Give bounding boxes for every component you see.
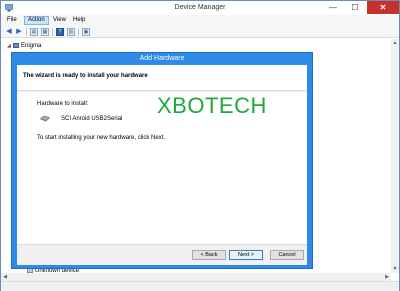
vertical-scrollbar[interactable]: ▲ ▼	[391, 39, 399, 273]
status-bar	[1, 281, 399, 291]
tree-root-label: Enigma	[21, 43, 42, 49]
back-button[interactable]: < Back	[192, 250, 226, 260]
scroll-right-arrow-icon[interactable]: ▶	[383, 273, 391, 281]
scan-hardware-icon[interactable]: ▣	[82, 28, 90, 36]
toolbar-separator	[26, 28, 27, 36]
properties-icon[interactable]: ▤	[30, 28, 38, 36]
next-button[interactable]: Next >	[229, 250, 263, 260]
update-driver-icon[interactable]: ▥	[67, 28, 75, 36]
menu-action[interactable]: Action	[24, 16, 49, 25]
hardware-to-install-label: Hardware to install:	[37, 101, 89, 107]
toolbar-separator	[78, 28, 79, 36]
tree-root-enigma[interactable]: ◢ Enigma	[7, 42, 41, 50]
add-hardware-dialog: Add Hardware The wizard is ready to inst…	[11, 52, 313, 269]
menu-help[interactable]: Help	[70, 16, 88, 25]
menu-file[interactable]: File	[4, 16, 20, 25]
device-manager-window: Device Manager — ☐ ✕ File Action View He…	[0, 0, 400, 291]
watermark-text: XBOTECH	[157, 93, 267, 118]
menu-view[interactable]: View	[50, 16, 69, 25]
dialog-footer: < Back Next > Cancel	[17, 244, 307, 265]
title-bar: Device Manager — ☐ ✕	[1, 1, 399, 15]
close-button[interactable]: ✕	[367, 1, 399, 14]
horizontal-scrollbar[interactable]: ◀ ▶	[1, 273, 391, 281]
hardware-name: SCI Anroid USB2Serial	[61, 116, 123, 122]
back-arrow-icon[interactable]: ◀	[5, 28, 13, 36]
computer-icon	[13, 42, 19, 48]
scroll-down-arrow-icon[interactable]: ▼	[391, 265, 399, 273]
dialog-title-bar: Add Hardware	[12, 53, 312, 65]
scroll-up-arrow-icon[interactable]: ▲	[391, 39, 399, 47]
dialog-title: Add Hardware	[139, 55, 185, 62]
install-instruction: To start installing your new hardware, c…	[37, 135, 166, 141]
menu-bar: File Action View Help	[1, 15, 399, 26]
show-hidden-icon[interactable]: ▦	[41, 28, 49, 36]
scroll-left-arrow-icon[interactable]: ◀	[1, 273, 9, 281]
minimize-button[interactable]: —	[323, 1, 343, 14]
toolbar: ◀ ▶ ▤ ▦ ? ▥ ▣	[1, 26, 399, 38]
forward-arrow-icon[interactable]: ▶	[15, 28, 23, 36]
cancel-button[interactable]: Cancel	[270, 250, 304, 260]
help-icon[interactable]: ?	[56, 28, 64, 36]
hardware-device-icon	[40, 115, 50, 122]
maximize-button[interactable]: ☐	[345, 1, 365, 14]
dialog-header: The wizard is ready to install your hard…	[17, 65, 307, 91]
dialog-heading: The wizard is ready to install your hard…	[23, 73, 148, 79]
toolbar-separator	[52, 28, 53, 36]
